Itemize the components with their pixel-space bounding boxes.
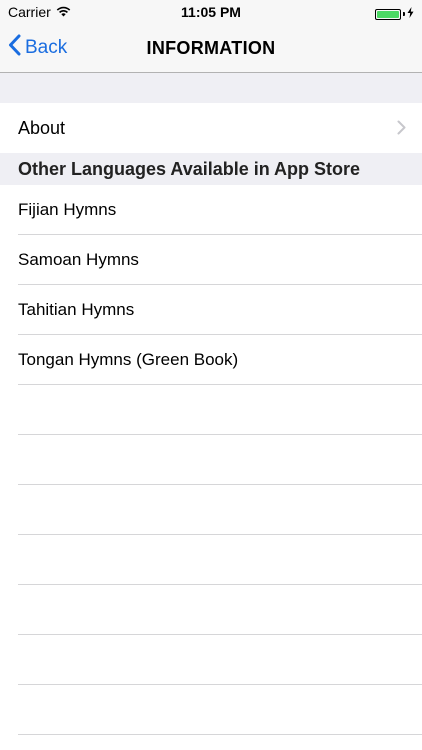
list-item-label: Samoan Hymns (18, 250, 139, 269)
section-header-label: Other Languages Available in App Store (18, 159, 361, 179)
list-item-label: Fijian Hymns (18, 200, 117, 219)
empty-row (18, 435, 422, 485)
navigation-bar: Back INFORMATION (0, 24, 422, 73)
empty-row (18, 535, 422, 585)
page-title: INFORMATION (146, 38, 276, 58)
battery-indicator (375, 5, 414, 23)
list-item-samoan[interactable]: Samoan Hymns (18, 235, 422, 285)
list-item-fijian[interactable]: Fijian Hymns (18, 185, 422, 235)
empty-row (18, 485, 422, 535)
languages-list: Fijian Hymns Samoan Hymns Tahitian Hymns… (0, 185, 422, 735)
list-item-tahitian[interactable]: Tahitian Hymns (18, 285, 422, 335)
empty-row (18, 685, 422, 735)
chevron-right-icon (397, 120, 406, 140)
charging-bolt-icon (407, 5, 414, 23)
battery-level-fill (377, 10, 399, 18)
battery-tip (403, 12, 405, 16)
status-time: 11:05 PM (181, 4, 241, 20)
list-item-tongan[interactable]: Tongan Hymns (Green Book) (18, 335, 422, 385)
list-item-label: Tongan Hymns (Green Book) (18, 350, 239, 369)
empty-row (18, 635, 422, 685)
list-item-label: Tahitian Hymns (18, 300, 135, 319)
status-bar: Carrier 11:05 PM (0, 0, 422, 24)
about-row[interactable]: About (0, 103, 422, 153)
battery-icon (375, 8, 401, 20)
empty-row (18, 585, 422, 635)
about-label: About (18, 118, 66, 138)
empty-row (18, 385, 422, 435)
section-header: Other Languages Available in App Store (0, 153, 422, 185)
group-spacer (0, 73, 422, 103)
